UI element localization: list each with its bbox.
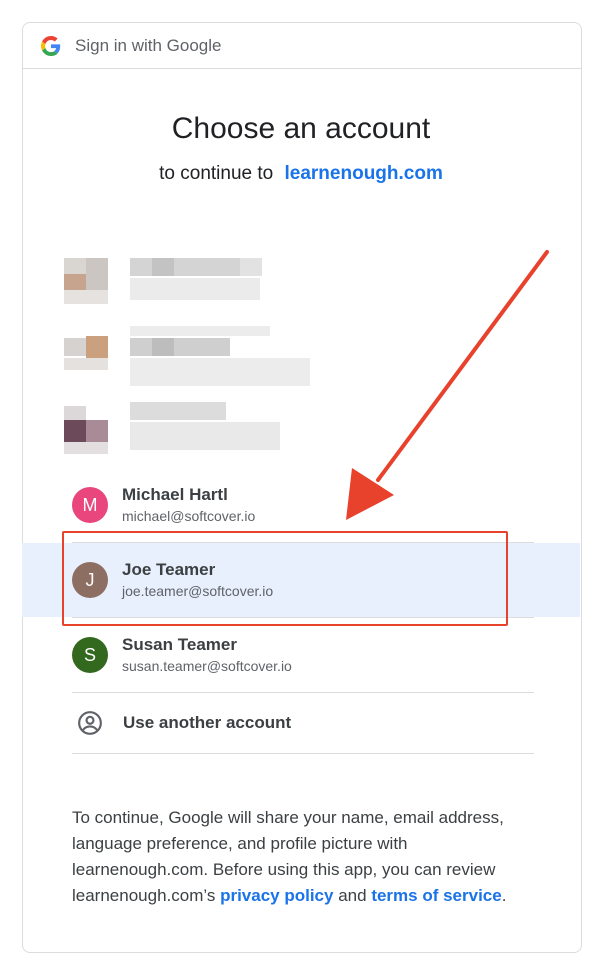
account-email: joe.teamer@softcover.io (122, 583, 274, 599)
blurred-account[interactable] (42, 326, 310, 386)
avatar: J (72, 562, 108, 598)
header-title: Sign in with Google (75, 35, 222, 55)
subtitle-prefix: to continue to (159, 163, 274, 184)
use-another-account-button[interactable]: Use another account (22, 693, 580, 753)
account-row-susan[interactable]: S Susan Teamer susan.teamer@softcover.io (22, 618, 580, 692)
page-title: Choose an account (171, 112, 431, 145)
page-subtitle: to continue to learnenough.com (0, 163, 602, 185)
account-circle-icon (78, 711, 102, 735)
account-name: Michael Hartl (122, 485, 228, 504)
avatar: M (72, 487, 108, 523)
account-name: Joe Teamer (122, 560, 216, 579)
account-row-joe[interactable]: J Joe Teamer joe.teamer@softcover.io (22, 543, 580, 617)
header-bar: Sign in with Google (23, 23, 581, 69)
disclaimer-and: and (338, 886, 367, 905)
blurred-account[interactable] (42, 258, 302, 318)
blurred-account[interactable] (42, 402, 302, 462)
consent-disclaimer: To continue, Google will share your name… (72, 805, 542, 909)
app-link[interactable]: learnenough.com (285, 163, 443, 184)
google-logo-icon (41, 35, 61, 56)
account-email: michael@softcover.io (122, 508, 256, 524)
privacy-policy-link[interactable]: privacy policy (220, 886, 333, 905)
avatar: S (72, 637, 108, 673)
use-another-account-label: Use another account (123, 713, 292, 732)
account-name: Susan Teamer (122, 635, 237, 654)
account-row-michael[interactable]: M Michael Hartl michael@softcover.io (22, 468, 580, 542)
terms-of-service-link[interactable]: terms of service (371, 886, 501, 905)
account-email: susan.teamer@softcover.io (122, 658, 292, 674)
divider (72, 753, 534, 754)
disclaimer-period: . (501, 886, 507, 905)
